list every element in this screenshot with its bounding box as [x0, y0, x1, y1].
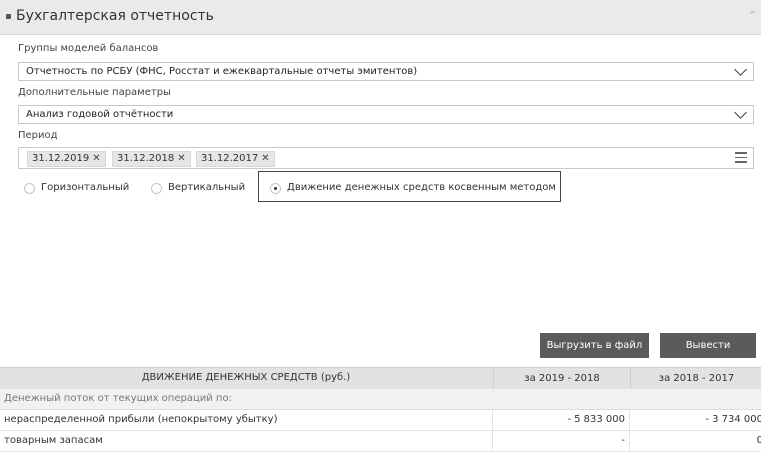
radio-circle[interactable]: [151, 183, 162, 194]
extra-params-select[interactable]: Анализ годовой отчётности: [18, 105, 754, 124]
collapse-icon[interactable]: ⌃: [748, 9, 757, 22]
period-tag-label: 31.12.2017: [201, 153, 259, 164]
row-name: нераспределенной прибыли (непокрытому уб…: [4, 414, 278, 425]
close-icon[interactable]: ✕: [177, 153, 185, 164]
group-label: Денежный поток от текущих операций по:: [4, 393, 232, 404]
row-name: товарным запасам: [4, 435, 103, 446]
period-tag[interactable]: 31.12.2018 ✕: [112, 151, 191, 167]
close-icon[interactable]: ✕: [261, 153, 269, 164]
panel-title: Бухгалтерская отчетность: [16, 8, 214, 24]
radio-label: Горизонтальный: [41, 182, 130, 193]
row-value-2018-2017: 0: [756, 435, 761, 446]
radio-circle[interactable]: [24, 183, 35, 194]
radio-label: Вертикальный: [168, 182, 246, 193]
chevron-down-icon[interactable]: [734, 63, 747, 76]
column-header[interactable]: за 2018 - 2017: [630, 368, 761, 389]
hamburger-menu-icon[interactable]: [735, 152, 747, 166]
period-tag-label: 31.12.2018: [117, 153, 175, 164]
column-header[interactable]: ДВИЖЕНИЕ ДЕНЕЖНЫХ СРЕДСТВ (руб.): [0, 372, 492, 383]
period-tag[interactable]: 31.12.2017 ✕: [196, 151, 275, 167]
bullet-icon: [6, 14, 11, 19]
column-header[interactable]: за 2019 - 2018: [493, 368, 630, 389]
balance-groups-label: Группы моделей балансов: [18, 43, 159, 54]
show-button[interactable]: Вывести: [660, 333, 756, 358]
balance-groups-value: Отчетность по РСБУ (ФНС, Росстат и ежекв…: [26, 66, 418, 77]
period-tag-label: 31.12.2019: [32, 153, 90, 164]
export-button[interactable]: Выгрузить в файл: [540, 333, 649, 358]
period-label: Период: [18, 130, 58, 141]
period-tag[interactable]: 31.12.2019 ✕: [27, 151, 106, 167]
balance-groups-select[interactable]: Отчетность по РСБУ (ФНС, Росстат и ежекв…: [18, 62, 754, 81]
row-value-2019-2018: - 5 833 000: [567, 414, 625, 425]
period-tag-input[interactable]: 31.12.2019 ✕ 31.12.2018 ✕ 31.12.2017 ✕: [18, 147, 754, 169]
table-row[interactable]: нераспределенной прибыли (непокрытому уб…: [0, 410, 761, 431]
chevron-down-icon[interactable]: [734, 106, 747, 119]
extra-params-value: Анализ годовой отчётности: [26, 109, 174, 120]
row-value-2018-2017: - 3 734 000: [705, 414, 761, 425]
radio-circle-selected[interactable]: [270, 183, 281, 194]
extra-params-label: Дополнительные параметры: [18, 87, 171, 98]
table-row[interactable]: товарным запасам - 0: [0, 431, 761, 452]
radio-label: Движение денежных средств косвенным мето…: [287, 182, 556, 193]
close-icon[interactable]: ✕: [92, 153, 100, 164]
table-header: ДВИЖЕНИЕ ДЕНЕЖНЫХ СРЕДСТВ (руб.) за 2019…: [0, 367, 761, 390]
panel-header[interactable]: Бухгалтерская отчетность ⌃: [0, 0, 761, 35]
row-value-2019-2018: -: [621, 435, 625, 446]
table-group-row: Денежный поток от текущих операций по:: [0, 389, 761, 410]
